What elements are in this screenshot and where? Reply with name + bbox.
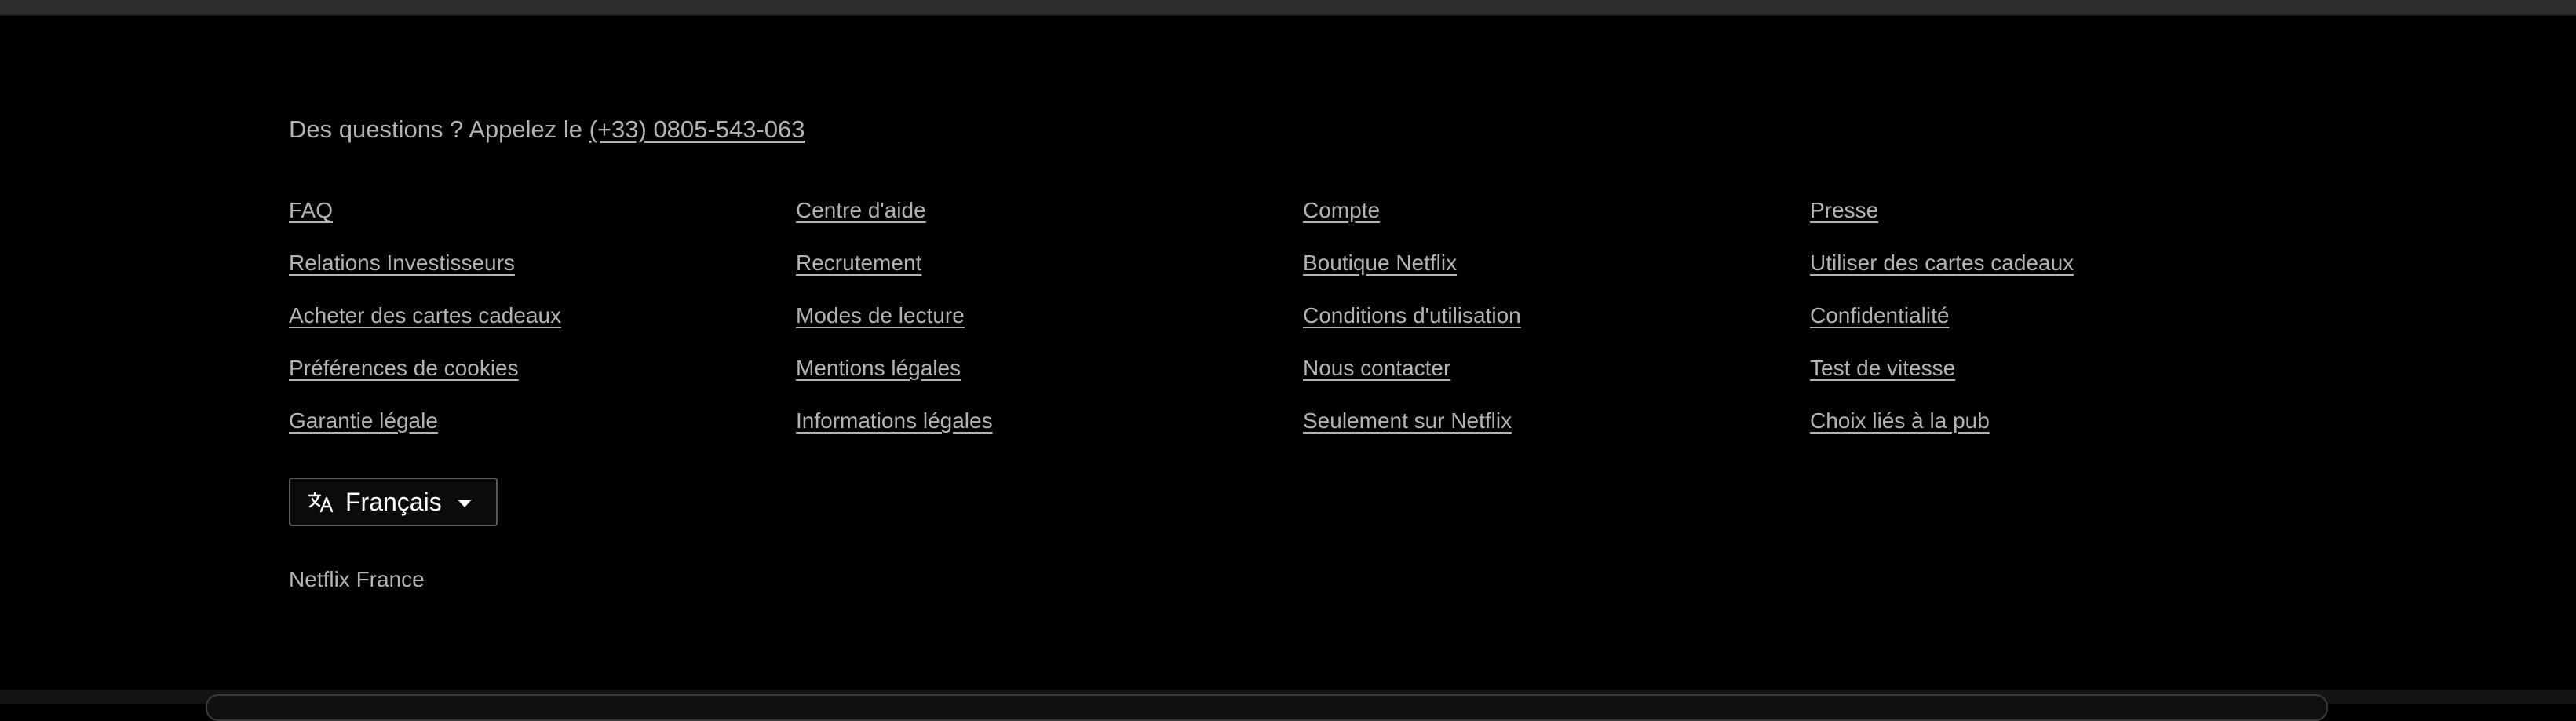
footer-link-press[interactable]: Presse: [1810, 196, 1878, 249]
top-window-strip: [0, 0, 2576, 14]
footer-link-redeem-gift-cards[interactable]: Utiliser des cartes cadeaux: [1810, 249, 2074, 302]
site-footer: Des questions ? Appelez le (+33) 0805-54…: [0, 16, 2576, 690]
phone-link[interactable]: (+33) 0805-543-063: [589, 115, 805, 143]
footer-link-speed-test[interactable]: Test de vitesse: [1810, 354, 1955, 407]
footer-link-ad-choices[interactable]: Choix liés à la pub: [1810, 407, 1990, 459]
footer-link-contact-us[interactable]: Nous contacter: [1303, 354, 1450, 407]
footer-link-legal-guarantee[interactable]: Garantie légale: [289, 407, 438, 459]
bottom-bar-edge: [206, 694, 2328, 721]
footer-link-jobs[interactable]: Recrutement: [796, 249, 921, 302]
language-selector[interactable]: Français: [289, 478, 498, 526]
footer-link-privacy[interactable]: Confidentialité: [1810, 302, 1949, 354]
footer-link-buy-gift-cards[interactable]: Acheter des cartes cadeaux: [289, 302, 561, 354]
footer-link-faq[interactable]: FAQ: [289, 196, 333, 249]
footer-link-legal-notices[interactable]: Mentions légales: [796, 354, 961, 407]
country-label: Netflix France: [289, 567, 425, 591]
footer-link-help-center[interactable]: Centre d'aide: [796, 196, 926, 249]
footer-link-investor-relations[interactable]: Relations Investisseurs: [289, 249, 515, 302]
questions-line: Des questions ? Appelez le (+33) 0805-54…: [289, 114, 805, 145]
chevron-down-icon: [457, 500, 472, 507]
footer-link-netflix-shop[interactable]: Boutique Netflix: [1303, 249, 1457, 302]
language-selected-label: Français: [345, 488, 442, 516]
footer-links: FAQ Centre d'aide Compte Presse Relation…: [289, 196, 2314, 459]
language-icon: [308, 491, 334, 513]
footer-link-account[interactable]: Compte: [1303, 196, 1380, 249]
footer-link-cookie-preferences[interactable]: Préférences de cookies: [289, 354, 519, 407]
footer-link-legal-information[interactable]: Informations légales: [796, 407, 993, 459]
footer-link-only-on-netflix[interactable]: Seulement sur Netflix: [1303, 407, 1512, 459]
footer-link-ways-to-watch[interactable]: Modes de lecture: [796, 302, 965, 354]
questions-prefix: Des questions ? Appelez le: [289, 115, 589, 143]
footer-link-terms-of-use[interactable]: Conditions d'utilisation: [1303, 302, 1521, 354]
